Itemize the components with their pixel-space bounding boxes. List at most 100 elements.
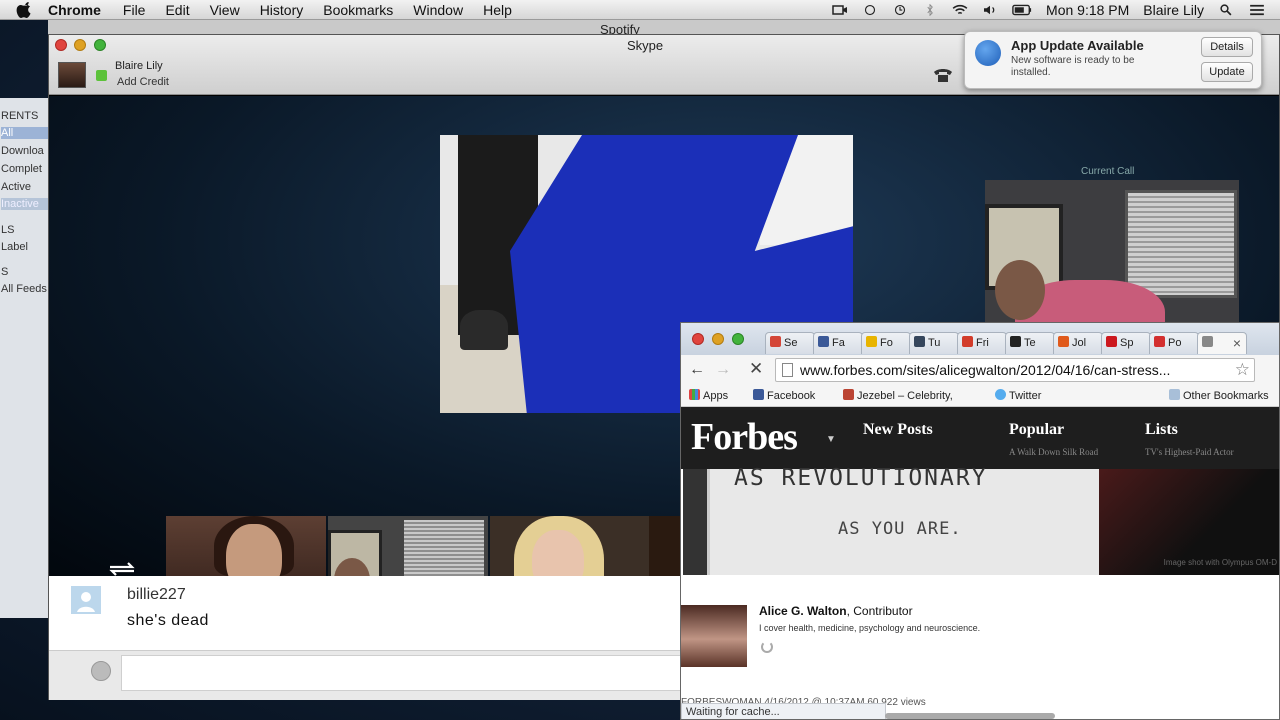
menu-user[interactable]: Blaire Lily — [1143, 2, 1204, 18]
stop-loading-icon[interactable]: ✕ — [749, 359, 763, 379]
browser-tab[interactable]: Fo — [861, 332, 911, 354]
skype-zoom-button[interactable] — [94, 39, 106, 51]
status-bubble: Waiting for cache... — [681, 703, 886, 719]
advertisement-banner[interactable]: AS REVOLUTIONARY AS YOU ARE. — [707, 465, 1099, 575]
ghost-item[interactable]: Inactive — [1, 198, 48, 210]
skype-menu-icon[interactable] — [862, 4, 878, 16]
close-tab-icon[interactable]: × — [1233, 333, 1241, 353]
app-update-notification[interactable]: App Update Available New software is rea… — [964, 31, 1262, 89]
wifi-icon[interactable] — [952, 4, 968, 16]
forbes-header: Forbes ▼ New Posts Popular A Walk Down S… — [681, 407, 1279, 469]
ghost-item[interactable]: Label — [1, 241, 28, 253]
chrome-toolbar: ← → ✕ www.forbes.com/sites/alicegwalton/… — [681, 355, 1279, 385]
bookmark-twitter[interactable]: Twitter — [995, 389, 1041, 402]
address-bar[interactable]: www.forbes.com/sites/alicegwalton/2012/0… — [775, 358, 1255, 382]
online-status-icon[interactable] — [96, 70, 107, 81]
horizontal-scrollbar[interactable] — [885, 713, 1055, 719]
ghost-item[interactable]: Active — [1, 181, 31, 193]
tab-label: Fo — [880, 337, 893, 349]
battery-icon[interactable] — [1012, 4, 1032, 16]
notification-center-icon[interactable] — [1248, 4, 1266, 16]
chat-message-input[interactable] — [121, 655, 681, 691]
forbes-logo[interactable]: Forbes — [691, 415, 798, 459]
desktop: Chrome File Edit View History Bookmarks … — [0, 0, 1280, 720]
bluetooth-icon[interactable] — [922, 3, 938, 16]
bookmark-apps[interactable]: Apps — [689, 389, 728, 402]
twitter-icon — [995, 389, 1006, 400]
nav-lists-sub[interactable]: TV's Highest-Paid Actor — [1145, 447, 1234, 457]
tab-favicon-icon — [770, 336, 781, 347]
tab-favicon-icon — [1202, 336, 1213, 347]
skype-close-button[interactable] — [55, 39, 67, 51]
add-credit-link[interactable]: Add Credit — [117, 76, 169, 88]
author-photo[interactable] — [681, 605, 747, 667]
ghost-item[interactable]: Downloa — [1, 145, 44, 157]
skype-user-name[interactable]: Blaire Lily — [115, 60, 163, 72]
facetime-icon[interactable] — [832, 4, 848, 16]
ghost-item: LS — [1, 224, 15, 236]
browser-tab[interactable]: Se — [765, 332, 815, 354]
bookmarks-bar: Apps Facebook Jezebel – Celebrity, Twitt… — [681, 385, 1279, 407]
apple-icon[interactable] — [16, 1, 34, 18]
skype-user-avatar[interactable] — [58, 62, 86, 88]
chrome-zoom-button[interactable] — [732, 333, 744, 345]
time-machine-icon[interactable] — [892, 4, 908, 16]
spotlight-search-icon[interactable] — [1218, 3, 1234, 16]
menu-edit[interactable]: Edit — [165, 2, 189, 18]
bookmark-other[interactable]: Other Bookmarks — [1169, 389, 1269, 402]
browser-tab[interactable]: Fri — [957, 332, 1007, 354]
browser-tab[interactable]: × — [1197, 332, 1247, 354]
tab-favicon-icon — [1058, 336, 1069, 347]
ghost-item: S — [1, 266, 9, 278]
browser-tab[interactable]: Sp — [1101, 332, 1151, 354]
menu-view[interactable]: View — [210, 2, 240, 18]
browser-tab[interactable]: Po — [1149, 332, 1199, 354]
chevron-down-icon[interactable]: ▼ — [826, 434, 836, 445]
browser-tab[interactable]: Fa — [813, 332, 863, 354]
browser-tab[interactable]: Te — [1005, 332, 1055, 354]
nav-popular-sub[interactable]: A Walk Down Silk Road — [1009, 447, 1098, 457]
volume-icon[interactable] — [982, 4, 998, 16]
menu-window[interactable]: Window — [413, 2, 463, 18]
ghost-item[interactable]: All — [1, 127, 48, 139]
menu-help[interactable]: Help — [483, 2, 512, 18]
author-byline[interactable]: Alice G. Walton, Contributor — [759, 604, 913, 618]
bookmark-star-icon[interactable]: ☆ — [1235, 360, 1250, 380]
article-author-block: Alice G. Walton, Contributor I cover hea… — [681, 575, 1279, 719]
chrome-close-button[interactable] — [692, 333, 704, 345]
folder-icon — [1169, 389, 1180, 400]
skype-minimize-button[interactable] — [74, 39, 86, 51]
apps-grid-icon — [689, 389, 700, 400]
menu-history[interactable]: History — [260, 2, 304, 18]
bookmark-jezebel[interactable]: Jezebel – Celebrity, — [843, 389, 953, 402]
chrome-tab-strip[interactable]: Se Fa Fo Tu Fri Te Jol Sp Po × — [681, 323, 1279, 355]
phone-dialpad-icon[interactable] — [933, 67, 953, 83]
bookmark-facebook[interactable]: Facebook — [753, 389, 815, 402]
skype-window-title: Skype — [627, 38, 664, 53]
browser-tab[interactable]: Jol — [1053, 332, 1103, 354]
chrome-window: Se Fa Fo Tu Fri Te Jol Sp Po × ← → ✕ www.forbes.c… — [680, 322, 1280, 720]
swap-video-icon[interactable] — [107, 561, 137, 577]
forward-arrow-icon[interactable]: → — [715, 361, 731, 379]
tab-label: Po — [1168, 337, 1182, 349]
nav-popular[interactable]: Popular — [1009, 421, 1064, 439]
back-arrow-icon[interactable]: ← — [689, 361, 705, 379]
menu-bookmarks[interactable]: Bookmarks — [323, 2, 393, 18]
ghost-item[interactable]: All Feeds — [1, 283, 47, 295]
update-button[interactable]: Update — [1201, 62, 1253, 82]
address-bar-url[interactable]: www.forbes.com/sites/alicegwalton/2012/0… — [800, 362, 1170, 378]
nav-lists[interactable]: Lists — [1145, 421, 1178, 439]
ghost-item[interactable]: Complet — [1, 163, 42, 175]
ad-headline: AS REVOLUTIONARY — [734, 465, 988, 491]
advertisement-image[interactable]: Image shot with Olympus OM-D — [1099, 469, 1279, 575]
chat-message-author[interactable]: billie227 — [127, 586, 186, 604]
details-button[interactable]: Details — [1201, 37, 1253, 57]
menu-clock[interactable]: Mon 9:18 PM — [1046, 2, 1129, 18]
menu-app-chrome[interactable]: Chrome — [48, 2, 101, 18]
chat-user-avatar-icon[interactable] — [71, 586, 101, 614]
chrome-minimize-button[interactable] — [712, 333, 724, 345]
menu-file[interactable]: File — [123, 2, 146, 18]
send-file-icon[interactable] — [91, 661, 111, 681]
nav-new-posts[interactable]: New Posts — [863, 421, 933, 439]
browser-tab[interactable]: Tu — [909, 332, 959, 354]
